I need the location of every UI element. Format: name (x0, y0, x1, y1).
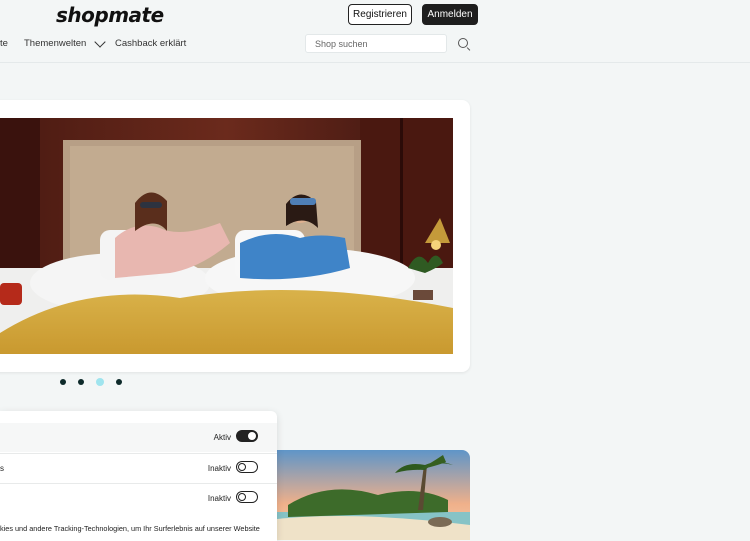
consent-description: kies und andere Tracking-Technologien, u… (0, 524, 260, 533)
consent-row: s Inaktiv (0, 453, 277, 483)
consent-state-label: Inaktiv (207, 464, 231, 473)
consent-toggle[interactable] (236, 430, 258, 442)
toggle-knob (238, 463, 246, 471)
carousel-dot-active[interactable] (96, 378, 104, 386)
consent-row: Aktiv (0, 423, 277, 452)
shopmate-logo[interactable]: shopmate (56, 3, 164, 27)
register-button[interactable]: Registrieren (348, 4, 412, 25)
carousel-dot[interactable] (116, 379, 122, 385)
consent-row-label: s (0, 464, 4, 473)
promo-card-beach-image[interactable] (268, 450, 470, 540)
consent-state-label: Inaktiv (207, 494, 231, 503)
chevron-down-icon (94, 35, 106, 48)
hero-banner-image[interactable] (0, 118, 453, 354)
consent-toggle[interactable] (236, 461, 258, 473)
toggle-knob (238, 493, 246, 501)
carousel-pagination (60, 378, 122, 386)
nav-item-cashback[interactable]: Cashback erklärt (115, 38, 186, 49)
consent-row: Inaktiv (0, 483, 277, 513)
carousel-dot[interactable] (78, 379, 84, 385)
carousel-dot[interactable] (60, 379, 66, 385)
top-navigation: shopmate Registrieren Anmelden te Themen… (0, 0, 750, 63)
consent-toggle[interactable] (236, 491, 258, 503)
cookie-consent-panel: Aktiv s Inaktiv Inaktiv kies und andere … (0, 411, 277, 541)
nav-item-label: Themenwelten (24, 38, 87, 49)
login-button[interactable]: Anmelden (422, 4, 478, 25)
consent-state-label: Aktiv (213, 433, 231, 442)
toggle-knob (248, 432, 256, 440)
nav-item-themenwelten[interactable]: Themenwelten (24, 35, 106, 49)
search-input[interactable]: Shop suchen (305, 34, 447, 53)
search-icon[interactable] (458, 38, 468, 48)
nav-item-cut[interactable]: te (0, 38, 8, 49)
